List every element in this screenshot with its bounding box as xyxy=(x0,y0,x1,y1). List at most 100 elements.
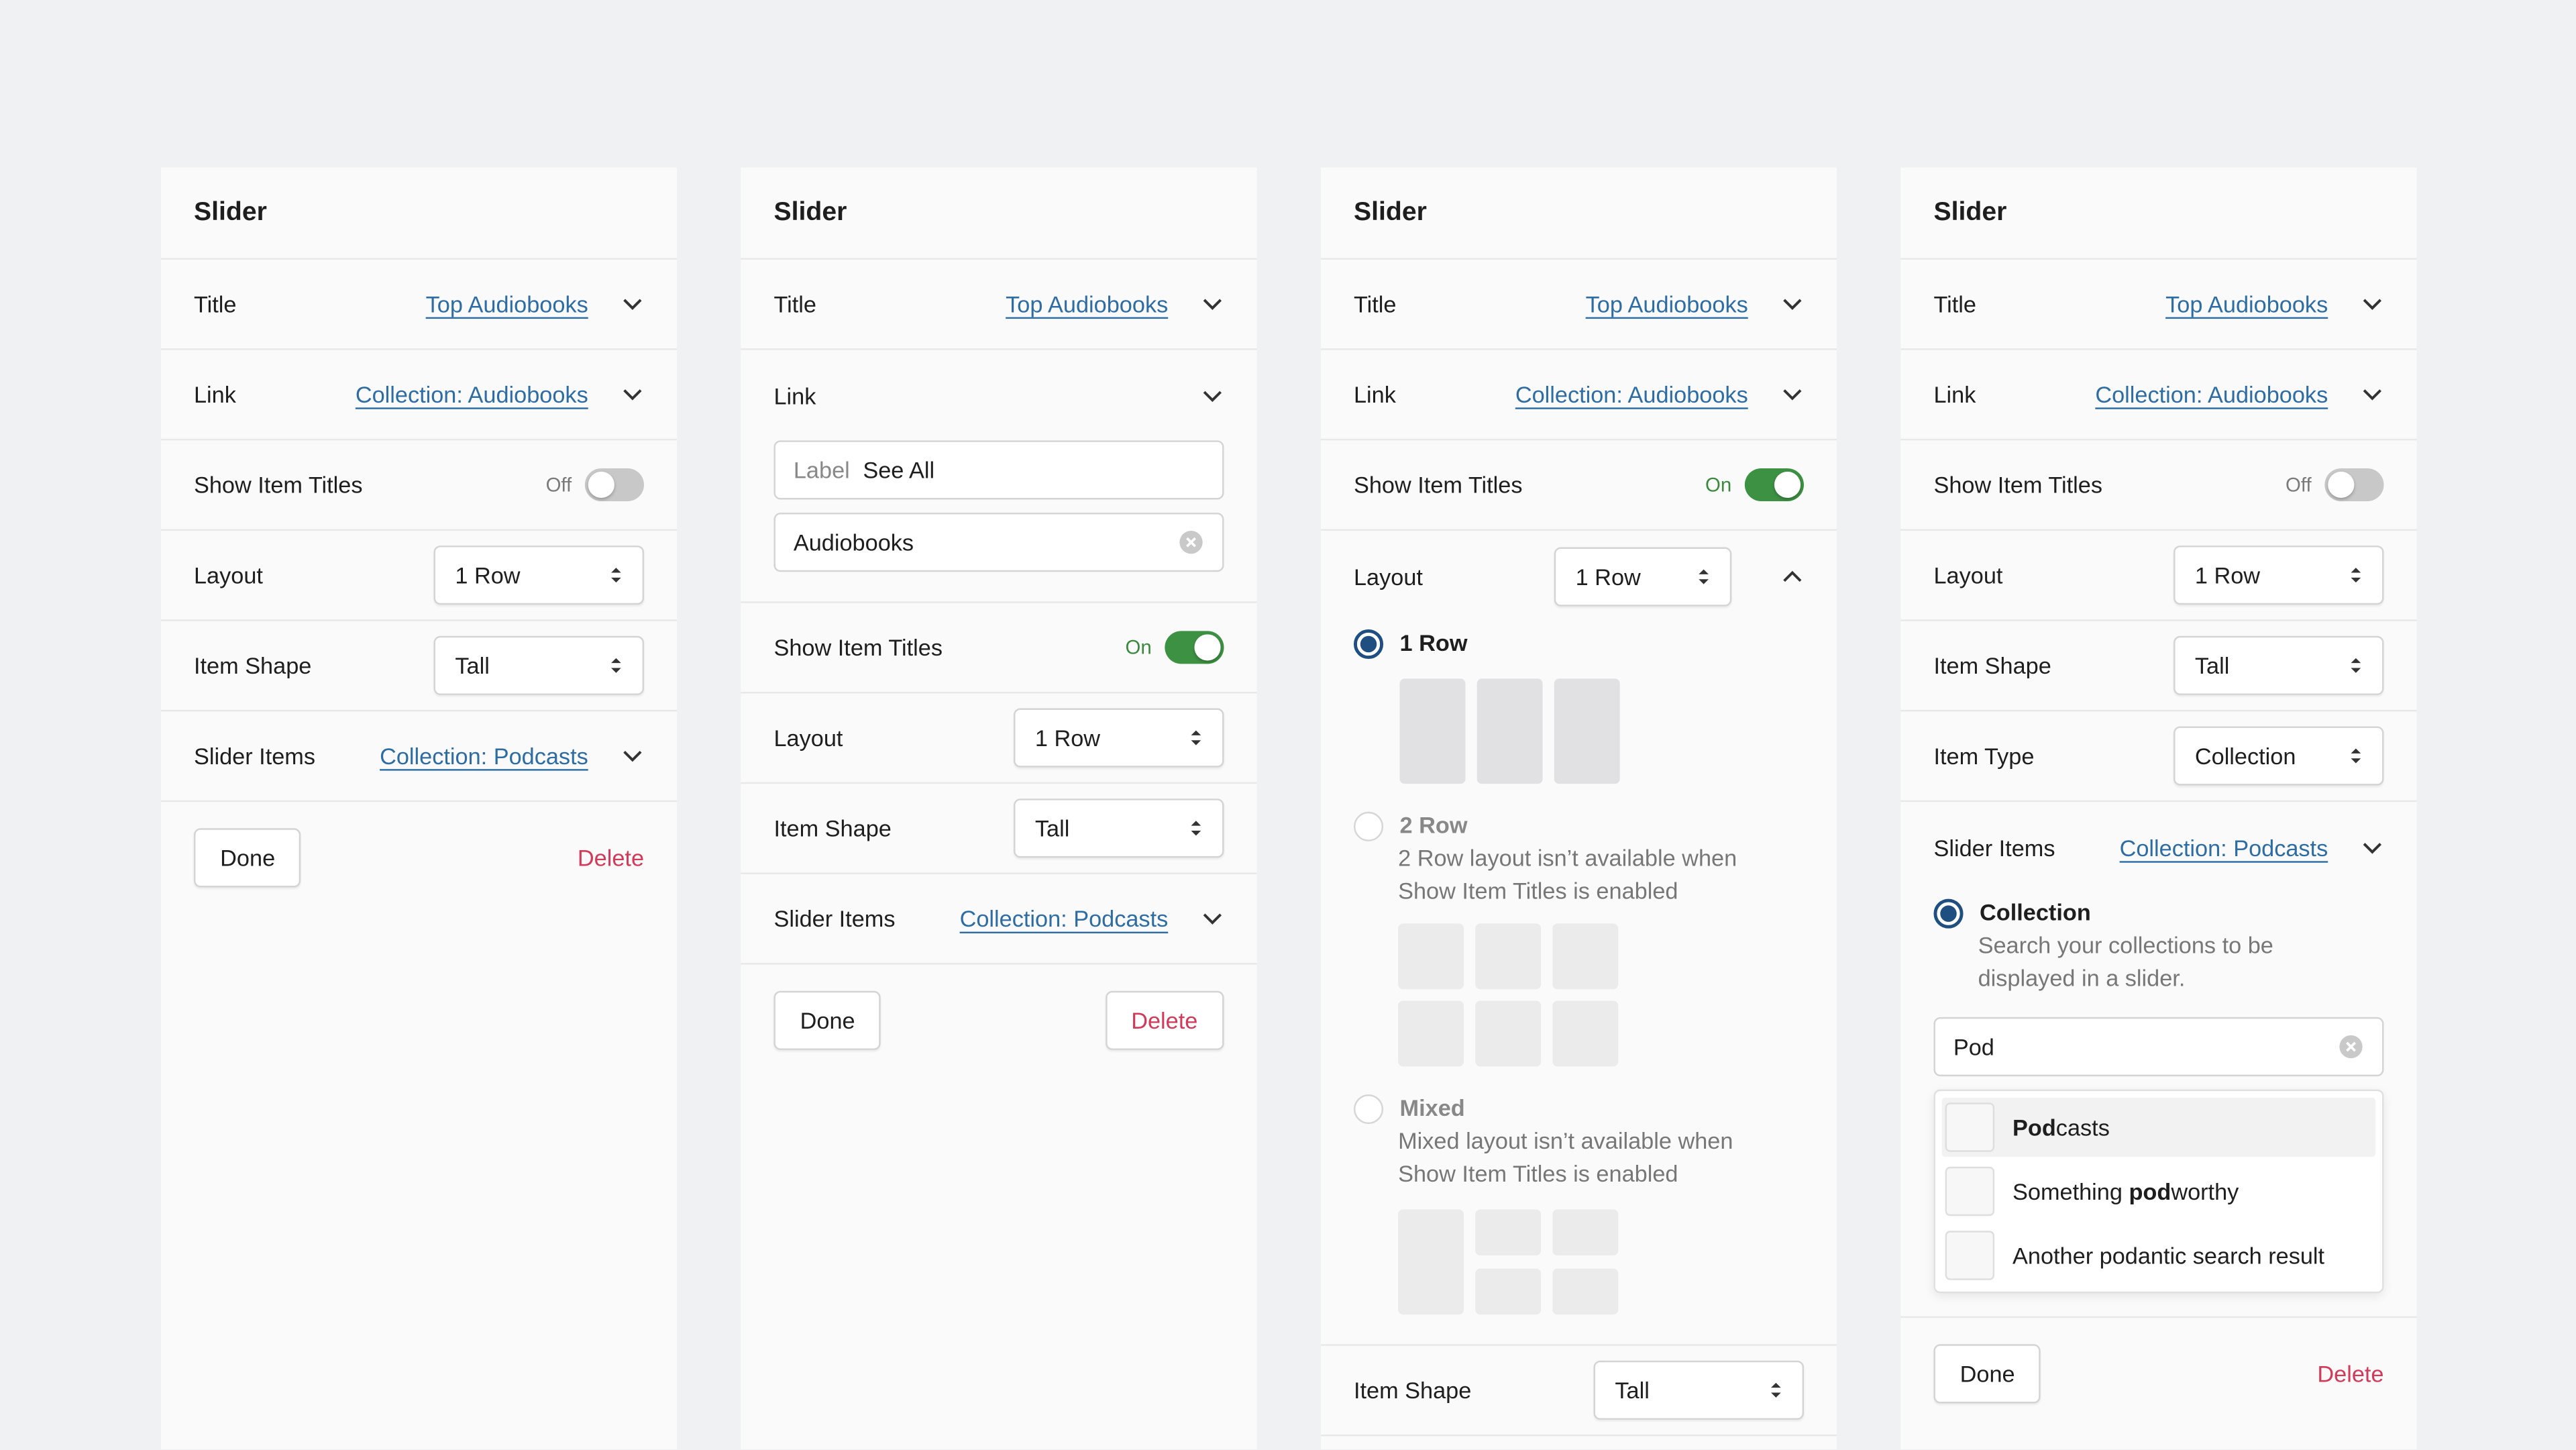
item-shape-label: Item Shape xyxy=(1933,652,2051,679)
clear-icon[interactable] xyxy=(1178,529,1204,556)
layout-option-description: 2 Row layout isn’t available when Show I… xyxy=(1398,844,1737,904)
collection-option-header[interactable]: Collection xyxy=(1933,898,2383,929)
item-type-select[interactable]: Collection xyxy=(2174,726,2384,786)
chevron-up-icon[interactable] xyxy=(1781,564,1804,587)
item-shape-row: Item Shape Tall xyxy=(741,784,1257,874)
link-row[interactable]: Link Collection: Audiobooks xyxy=(1320,350,1837,441)
result-thumbnail xyxy=(1945,1102,1995,1152)
layout-option-1-row[interactable]: 1 Row xyxy=(1353,629,1620,784)
title-value-link[interactable]: Top Audiobooks xyxy=(426,291,588,317)
show-item-titles-label: Show Item Titles xyxy=(1933,471,2102,499)
slider-items-value-link[interactable]: Collection: Podcasts xyxy=(2120,834,2328,860)
delete-button[interactable]: Delete xyxy=(1105,990,1224,1050)
link-collection-input[interactable]: Audiobooks xyxy=(773,513,1224,572)
layout-label: Layout xyxy=(1933,562,2003,588)
chevron-down-icon[interactable] xyxy=(1201,907,1224,930)
search-result-item[interactable]: Podcasts xyxy=(1941,1097,2376,1157)
show-item-titles-toggle[interactable] xyxy=(584,468,645,501)
slider-items-section: Slider Items Collection: Podcasts Collec… xyxy=(1900,802,2417,1318)
done-button[interactable]: Done xyxy=(193,828,302,888)
chevron-down-icon[interactable] xyxy=(2361,293,2383,315)
preview-tile xyxy=(1477,678,1543,784)
panel-title: Slider xyxy=(1320,168,1837,260)
layout-section: Layout 1 Row 1 Row 2 Row 2 Row layout is… xyxy=(1320,531,1837,1346)
layout-option-1-radio[interactable] xyxy=(1353,629,1384,660)
slider-panel-3: Slider Title Top Audiobooks Link Collect… xyxy=(1320,167,1837,1450)
title-row[interactable]: Title Top Audiobooks xyxy=(1900,260,2417,350)
slider-items-row[interactable]: Slider Items Collection: Podcasts xyxy=(741,874,1257,965)
done-button[interactable]: Done xyxy=(1933,1344,2041,1404)
chevron-down-icon[interactable] xyxy=(621,383,644,406)
title-value-link[interactable]: Top Audiobooks xyxy=(1586,291,1748,317)
chevron-down-icon[interactable] xyxy=(2361,835,2383,858)
slider-items-row[interactable]: Slider Items Collection: Podcasts xyxy=(1900,802,2416,892)
title-value-link[interactable]: Top Audiobooks xyxy=(1006,291,1168,317)
item-shape-select[interactable]: Tall xyxy=(1593,1360,1805,1420)
item-shape-select[interactable]: Tall xyxy=(433,635,645,695)
toggle-state-text: On xyxy=(1125,635,1152,660)
item-shape-select[interactable]: Tall xyxy=(1014,798,1224,858)
item-shape-select-value: Tall xyxy=(2194,652,2230,679)
slider-panel-1: Slider Title Top Audiobooks Link Collect… xyxy=(161,167,677,1450)
slider-items-value-link[interactable]: Collection: Podcasts xyxy=(960,905,1169,931)
slider-items-value-link[interactable]: Collection: Podcasts xyxy=(380,743,588,769)
layout-select[interactable]: 1 Row xyxy=(1014,708,1224,768)
layout-label: Layout xyxy=(773,725,843,752)
link-label-input[interactable]: Label See All xyxy=(773,440,1224,500)
show-item-titles-toggle[interactable] xyxy=(1744,468,1805,501)
chevron-down-icon[interactable] xyxy=(621,744,644,767)
preview-tile xyxy=(1399,678,1466,784)
toggle-group: On xyxy=(1705,468,1805,501)
show-item-titles-row: Show Item Titles On xyxy=(741,603,1257,694)
chevron-down-icon[interactable] xyxy=(1781,383,1804,406)
link-label: Link xyxy=(1353,381,1396,408)
link-value-link[interactable]: Collection: Audiobooks xyxy=(1515,381,1748,407)
item-shape-select[interactable]: Tall xyxy=(2174,635,2384,695)
item-shape-label: Item Shape xyxy=(193,652,312,679)
result-thumbnail xyxy=(1945,1166,1995,1216)
panel-footer: Done Delete xyxy=(741,965,1256,1077)
show-item-titles-toggle[interactable] xyxy=(1165,631,1224,664)
select-arrows-icon xyxy=(2351,568,2361,583)
delete-button[interactable]: Delete xyxy=(578,845,644,871)
link-row[interactable]: Link Collection: Audiobooks xyxy=(1900,350,2417,441)
search-result-item[interactable]: Another podantic search result xyxy=(1942,1226,2376,1285)
layout-select[interactable]: 1 Row xyxy=(433,546,645,605)
title-value-link[interactable]: Top Audiobooks xyxy=(2165,291,2328,317)
search-result-item[interactable]: Something podworthy xyxy=(1942,1161,2376,1221)
link-row[interactable]: Link Collection: Audiobooks xyxy=(161,350,677,441)
done-button[interactable]: Done xyxy=(773,990,881,1050)
delete-button[interactable]: Delete xyxy=(2317,1361,2383,1387)
collection-option-title: Collection xyxy=(1980,898,2091,925)
collection-search-input[interactable]: Pod xyxy=(1933,1017,2384,1077)
link-row[interactable]: Link xyxy=(741,350,1256,441)
layout-select[interactable]: 1 Row xyxy=(2174,546,2384,605)
layout-row: Layout 1 Row xyxy=(741,693,1257,784)
chevron-down-icon[interactable] xyxy=(621,293,644,315)
result-text: Another podantic search result xyxy=(2012,1242,2325,1269)
chevron-down-icon[interactable] xyxy=(1781,293,1804,315)
link-value-link[interactable]: Collection: Audiobooks xyxy=(2095,381,2328,407)
title-row[interactable]: Title Top Audiobooks xyxy=(161,260,677,350)
chevron-down-icon[interactable] xyxy=(1201,293,1224,315)
chevron-down-icon[interactable] xyxy=(2361,383,2383,406)
item-shape-row: Item Shape Tall xyxy=(1900,621,2417,712)
item-shape-row: Item Shape Tall xyxy=(161,621,677,712)
clear-icon[interactable] xyxy=(2338,1033,2364,1059)
chevron-down-icon[interactable] xyxy=(1201,384,1224,407)
title-row[interactable]: Title Top Audiobooks xyxy=(741,260,1257,350)
collection-option-description: Search your collections to be displayed … xyxy=(1978,931,2273,991)
layout-select[interactable]: 1 Row xyxy=(1554,546,1732,606)
option-header: 2 Row xyxy=(1353,811,1776,841)
show-item-titles-label: Show Item Titles xyxy=(193,471,363,499)
show-item-titles-toggle[interactable] xyxy=(2324,468,2384,501)
layout-select-value: 1 Row xyxy=(455,562,521,588)
layout-preview-mixed xyxy=(1398,1190,1776,1337)
slider-items-row[interactable]: Slider Items Collection: Podcasts xyxy=(161,711,677,802)
title-row[interactable]: Title Top Audiobooks xyxy=(1320,260,1837,350)
link-value-link[interactable]: Collection: Audiobooks xyxy=(356,381,588,407)
toggle-knob xyxy=(2328,471,2355,499)
link-label-value: See All xyxy=(863,456,935,484)
layout-select-value: 1 Row xyxy=(2194,562,2261,588)
collection-radio[interactable] xyxy=(1933,898,1964,929)
